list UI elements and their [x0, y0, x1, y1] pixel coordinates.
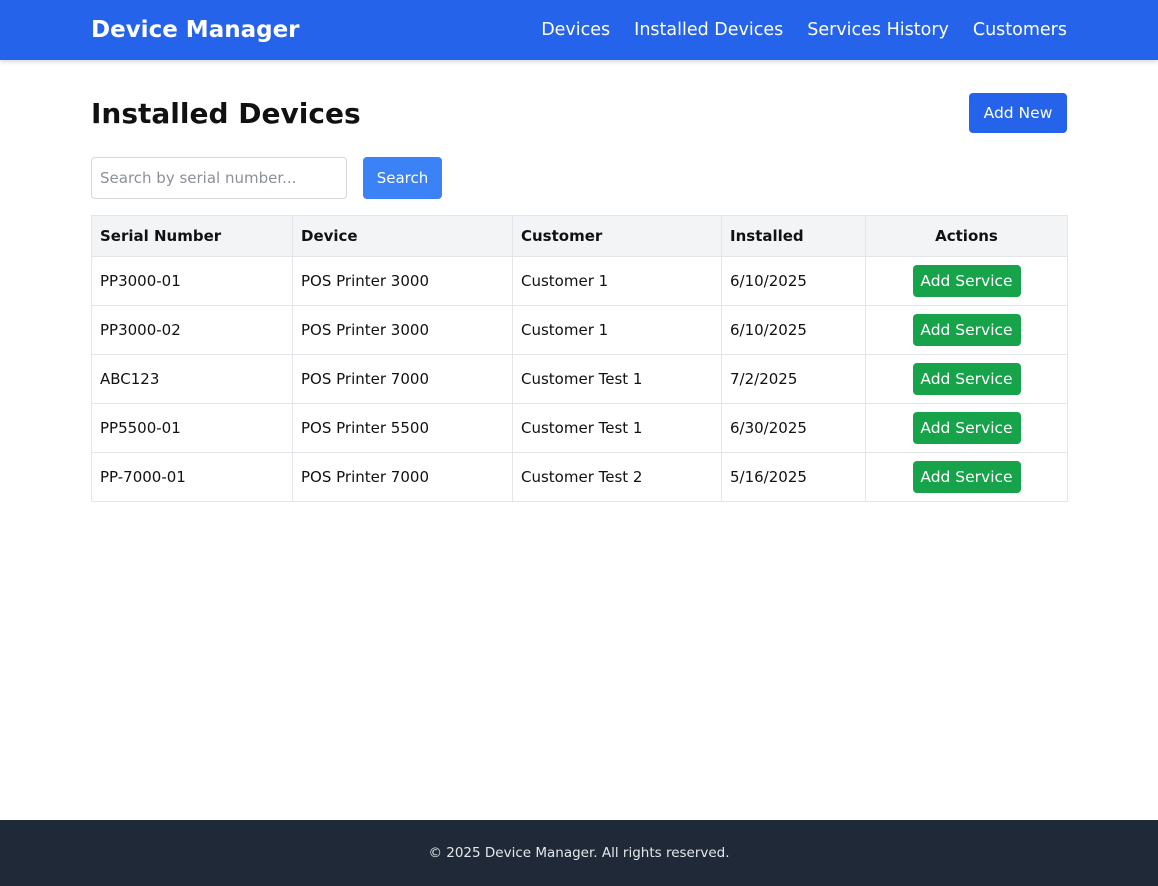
- footer-copyright: © 2025 Device Manager. All rights reserv…: [428, 845, 730, 861]
- column-header-device: Device: [292, 215, 513, 257]
- column-header-actions: Actions: [865, 215, 1068, 257]
- installed-date-cell: 7/2/2025: [721, 354, 866, 404]
- actions-cell: Add Service: [865, 305, 1068, 355]
- table-row: PP-7000-01 POS Printer 7000 Customer Tes…: [91, 452, 1068, 502]
- top-navbar: Device Manager Devices Installed Devices…: [0, 0, 1158, 60]
- add-service-button[interactable]: Add Service: [912, 363, 1021, 395]
- table-header-row: Serial Number Device Customer Installed …: [91, 215, 1068, 257]
- serial-number-cell: PP3000-01: [91, 256, 293, 306]
- actions-cell: Add Service: [865, 354, 1068, 404]
- customer-cell: Customer 1: [512, 305, 722, 355]
- installed-date-cell: 5/16/2025: [721, 452, 866, 502]
- device-cell: POS Printer 7000: [292, 452, 513, 502]
- actions-cell: Add Service: [865, 256, 1068, 306]
- device-cell: POS Printer 5500: [292, 403, 513, 453]
- table-row: ABC123 POS Printer 7000 Customer Test 1 …: [91, 354, 1068, 404]
- customer-cell: Customer Test 1: [512, 354, 722, 404]
- customer-cell: Customer Test 1: [512, 403, 722, 453]
- table-row: PP5500-01 POS Printer 5500 Customer Test…: [91, 403, 1068, 453]
- serial-number-cell: ABC123: [91, 354, 293, 404]
- device-cell: POS Printer 7000: [292, 354, 513, 404]
- column-header-installed: Installed: [721, 215, 866, 257]
- device-cell: POS Printer 3000: [292, 256, 513, 306]
- page-title: Installed Devices: [91, 97, 361, 130]
- serial-number-cell: PP3000-02: [91, 305, 293, 355]
- serial-number-cell: PP5500-01: [91, 403, 293, 453]
- installed-devices-table: Serial Number Device Customer Installed …: [91, 215, 1068, 502]
- column-header-customer: Customer: [512, 215, 722, 257]
- add-service-button[interactable]: Add Service: [912, 461, 1021, 493]
- customer-cell: Customer 1: [512, 256, 722, 306]
- customer-cell: Customer Test 2: [512, 452, 722, 502]
- add-service-button[interactable]: Add Service: [912, 314, 1021, 346]
- actions-cell: Add Service: [865, 403, 1068, 453]
- actions-cell: Add Service: [865, 452, 1068, 502]
- nav-link-customers[interactable]: Customers: [973, 20, 1067, 40]
- column-header-serial-number: Serial Number: [91, 215, 293, 257]
- add-new-button[interactable]: Add New: [969, 93, 1067, 133]
- table-row: PP3000-01 POS Printer 3000 Customer 1 6/…: [91, 256, 1068, 306]
- brand-logo[interactable]: Device Manager: [91, 0, 300, 60]
- add-service-button[interactable]: Add Service: [912, 412, 1021, 444]
- nav-link-services-history[interactable]: Services History: [807, 20, 949, 40]
- nav-links: Devices Installed Devices Services Histo…: [541, 0, 1067, 60]
- installed-date-cell: 6/10/2025: [721, 256, 866, 306]
- search-button[interactable]: Search: [363, 157, 442, 199]
- device-cell: POS Printer 3000: [292, 305, 513, 355]
- installed-date-cell: 6/10/2025: [721, 305, 866, 355]
- nav-link-devices[interactable]: Devices: [541, 20, 610, 40]
- serial-number-cell: PP-7000-01: [91, 452, 293, 502]
- table-row: PP3000-02 POS Printer 3000 Customer 1 6/…: [91, 305, 1068, 355]
- nav-link-installed-devices[interactable]: Installed Devices: [634, 20, 783, 40]
- installed-date-cell: 6/30/2025: [721, 403, 866, 453]
- search-input[interactable]: [91, 157, 347, 199]
- page-footer: © 2025 Device Manager. All rights reserv…: [0, 820, 1158, 886]
- add-service-button[interactable]: Add Service: [912, 265, 1021, 297]
